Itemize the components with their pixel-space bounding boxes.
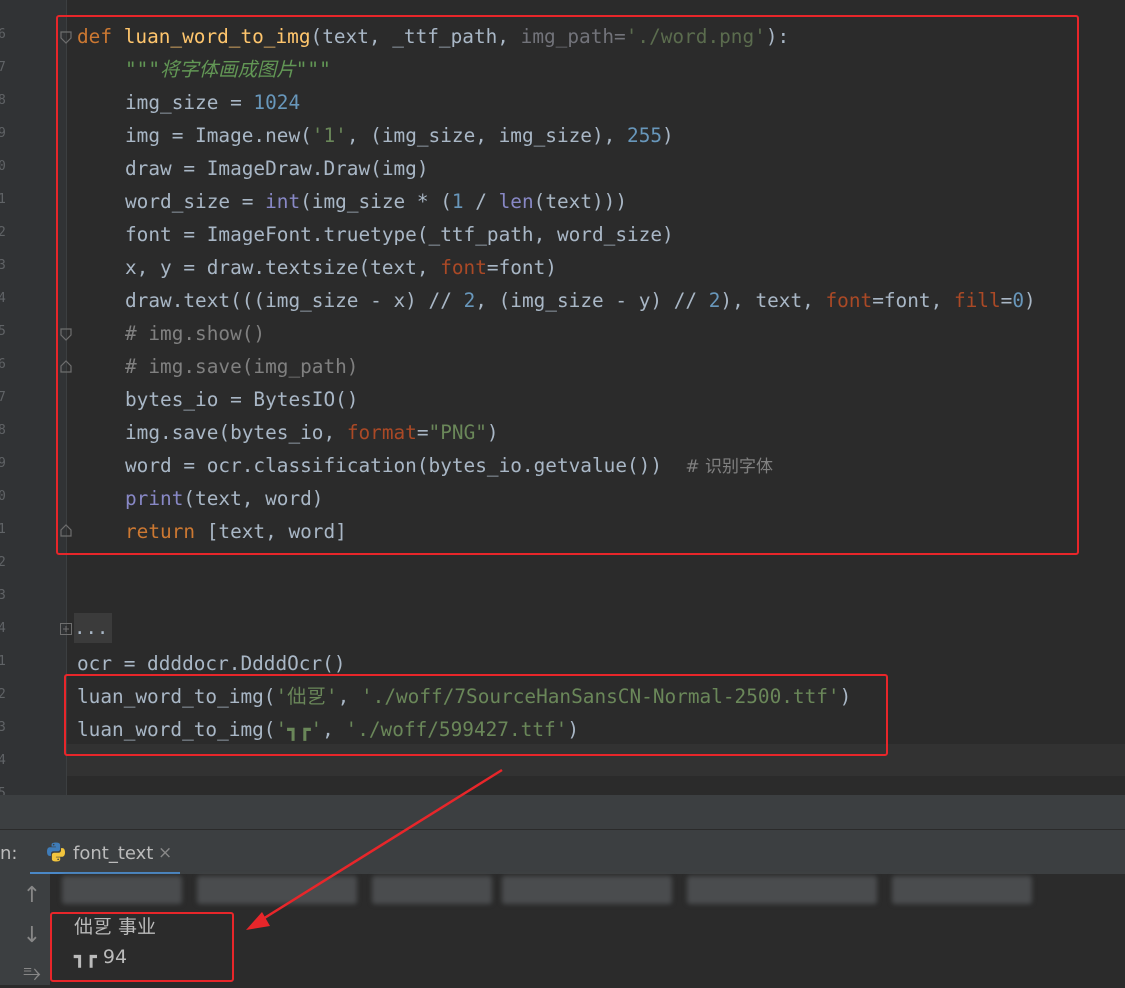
annotation-arrow [246, 768, 503, 930]
